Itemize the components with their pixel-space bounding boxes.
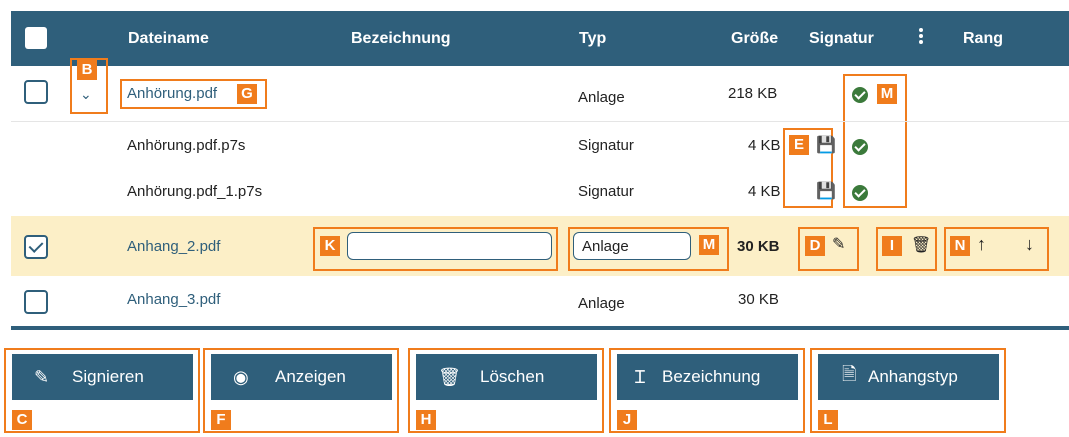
header-label[interactable]: Bezeichnung bbox=[351, 30, 451, 48]
signature-ok-icon bbox=[852, 87, 868, 103]
header-type[interactable]: Typ bbox=[579, 30, 606, 48]
show-button[interactable]: ◉ Anzeigen bbox=[211, 354, 392, 400]
select-all-checkbox[interactable] bbox=[25, 27, 47, 49]
badge-c: C bbox=[12, 410, 32, 430]
delete-button[interactable]: 🗑 Löschen bbox=[416, 354, 597, 400]
badge-b: B bbox=[77, 60, 97, 80]
size-cell: 4 KB bbox=[748, 183, 781, 200]
eye-icon: ◉ bbox=[233, 366, 249, 387]
size-cell: 30 KB bbox=[738, 291, 779, 308]
label-input[interactable] bbox=[347, 232, 552, 260]
header-size[interactable]: Größe bbox=[731, 30, 778, 48]
size-cell: 218 KB bbox=[728, 85, 778, 102]
arrow-down-icon[interactable]: ↓ bbox=[1025, 234, 1034, 255]
badge-e: E bbox=[789, 135, 809, 155]
row-checkbox[interactable] bbox=[24, 290, 48, 314]
badge-l: L bbox=[818, 410, 838, 430]
save-icon[interactable]: 💾 bbox=[816, 181, 836, 201]
signature-ok-icon bbox=[852, 139, 868, 155]
document-icon: 🗎 bbox=[842, 364, 857, 384]
header-signature[interactable]: Signatur bbox=[809, 30, 874, 48]
sign-button[interactable]: ✎ Signieren bbox=[12, 354, 193, 400]
badge-d: D bbox=[805, 236, 825, 256]
label-button-label: Bezeichnung bbox=[662, 367, 761, 386]
pencil-icon: ✎ bbox=[34, 366, 50, 387]
type-cell: Signatur bbox=[578, 137, 634, 154]
delete-button-label: Löschen bbox=[480, 367, 545, 386]
attach-type-button-label: Anhangstyp bbox=[868, 367, 958, 386]
label-button[interactable]: Ɪ Bezeichnung bbox=[617, 354, 798, 400]
text-cursor-icon: Ɪ bbox=[635, 367, 646, 387]
row-checkbox[interactable] bbox=[24, 80, 48, 104]
attach-type-button[interactable]: 🗎 Anhangstyp bbox=[818, 354, 999, 400]
size-cell: 30 KB bbox=[737, 238, 780, 255]
signature-ok-icon bbox=[852, 185, 868, 201]
sign-button-label: Signieren bbox=[72, 367, 144, 386]
badge-m: M bbox=[877, 84, 897, 104]
trash-icon: 🗑 bbox=[438, 366, 461, 387]
table-header: Dateiname Bezeichnung Typ Größe Signatur… bbox=[11, 11, 1069, 66]
row-checkbox-checked[interactable] bbox=[24, 235, 48, 259]
type-cell: Anlage bbox=[578, 295, 625, 312]
filename-text: Anhörung.pdf_1.p7s bbox=[127, 183, 263, 200]
column-menu-icon[interactable] bbox=[918, 27, 924, 47]
show-button-label: Anzeigen bbox=[275, 367, 346, 386]
badge-i: I bbox=[882, 236, 902, 256]
trash-icon[interactable]: 🗑 bbox=[911, 235, 931, 255]
badge-h: H bbox=[416, 410, 436, 430]
filename-link[interactable]: Anhang_2.pdf bbox=[127, 238, 220, 255]
save-icon[interactable]: 💾 bbox=[816, 135, 836, 155]
pencil-icon[interactable]: ✎ bbox=[832, 234, 845, 254]
header-filename[interactable]: Dateiname bbox=[128, 30, 209, 48]
chevron-down-icon[interactable]: ⌄ bbox=[80, 86, 92, 103]
filename-text: Anhörung.pdf.p7s bbox=[127, 137, 246, 154]
arrow-up-icon[interactable]: ↑ bbox=[977, 234, 986, 255]
type-input[interactable] bbox=[573, 232, 691, 260]
badge-n: N bbox=[950, 236, 970, 256]
badge-m: M bbox=[699, 235, 719, 255]
badge-k: K bbox=[320, 236, 340, 256]
filename-link[interactable]: Anhang_3.pdf bbox=[127, 291, 220, 308]
type-cell: Signatur bbox=[578, 183, 634, 200]
header-rank[interactable]: Rang bbox=[963, 30, 1003, 48]
badge-j: J bbox=[617, 410, 637, 430]
table-divider bbox=[11, 326, 1069, 330]
size-cell: 4 KB bbox=[748, 137, 781, 154]
badge-f: F bbox=[211, 410, 231, 430]
filename-link[interactable]: Anhörung.pdf bbox=[127, 85, 217, 102]
badge-g: G bbox=[237, 84, 257, 104]
type-cell: Anlage bbox=[578, 89, 625, 106]
